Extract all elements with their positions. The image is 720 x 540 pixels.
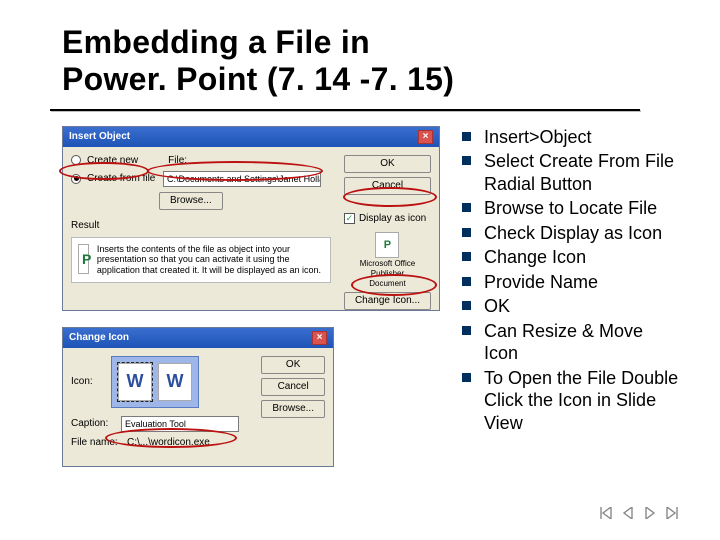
bullet-item: Browse to Locate File [460, 197, 680, 220]
bullet-item: Insert>Object [460, 126, 680, 149]
nav-next-icon[interactable] [642, 506, 658, 520]
square-bullet-icon [462, 373, 471, 382]
bullet-item: Change Icon [460, 246, 680, 269]
filename-row: File name: C:\...\wordicon.exe [71, 437, 325, 448]
square-bullet-icon [462, 228, 471, 237]
bullet-list: Insert>Object Select Create From File Ra… [460, 126, 680, 435]
slide: Embedding a File in Power. Point (7. 14 … [0, 0, 720, 540]
square-bullet-icon [462, 252, 471, 261]
icon-picker[interactable] [111, 356, 199, 408]
cancel-button[interactable]: Cancel [261, 378, 325, 396]
bullet-item: Select Create From File Radial Button [460, 150, 680, 195]
caption-label: Caption: [71, 418, 115, 429]
ok-button[interactable]: OK [344, 155, 431, 173]
square-bullet-icon [462, 156, 471, 165]
create-from-file-radio[interactable] [71, 174, 81, 184]
icon-caption-1: Microsoft Office [360, 260, 415, 268]
nav-prev-icon[interactable] [620, 506, 636, 520]
browse-button[interactable]: Browse... [261, 400, 325, 418]
file-label: File: [168, 155, 187, 166]
close-icon[interactable]: × [418, 130, 433, 144]
create-new-label: Create new [87, 155, 138, 166]
bullet-text: Can Resize & Move Icon [484, 321, 643, 364]
bullet-text: Provide Name [484, 272, 598, 292]
bullet-item: To Open the File Double Click the Icon i… [460, 367, 680, 435]
bullet-text: To Open the File Double Click the Icon i… [484, 368, 678, 433]
close-icon[interactable]: × [312, 331, 327, 345]
square-bullet-icon [462, 326, 471, 335]
icon-caption-3: Document [369, 280, 405, 288]
nav-first-icon[interactable] [598, 506, 614, 520]
insert-object-dialog: Insert Object × OK Cancel ✓ Display as i… [62, 126, 440, 311]
change-icon-button[interactable]: Change Icon... [344, 292, 431, 310]
bullet-text: Browse to Locate File [484, 198, 657, 218]
bullet-text: Check Display as Icon [484, 223, 662, 243]
title-underline [50, 109, 640, 111]
square-bullet-icon [462, 132, 471, 141]
filename-value: C:\...\wordicon.exe [127, 437, 210, 448]
ok-button[interactable]: OK [261, 356, 325, 374]
publisher-icon: P [375, 232, 399, 258]
bullet-item: Can Resize & Move Icon [460, 320, 680, 365]
browse-button[interactable]: Browse... [159, 192, 223, 210]
bullet-item: OK [460, 295, 680, 318]
screenshots-column: Insert Object × OK Cancel ✓ Display as i… [62, 126, 442, 483]
square-bullet-icon [462, 277, 471, 286]
word-icon[interactable] [158, 363, 192, 401]
dialog-titlebar: Insert Object × [63, 127, 439, 147]
slide-nav [598, 506, 680, 520]
icon-preview: P Microsoft Office Publisher Document [344, 232, 431, 288]
file-path-input[interactable]: C:\Documents and Settings\Janet Holland\… [163, 171, 321, 187]
caption-input[interactable]: Evaluation Tool [121, 416, 239, 432]
content-row: Insert Object × OK Cancel ✓ Display as i… [62, 126, 680, 483]
bullet-text: Select Create From File Radial Button [484, 151, 674, 194]
bullet-text: Insert>Object [484, 127, 592, 147]
dialog-body: OK Cancel ✓ Display as icon P Microsoft … [63, 147, 439, 293]
bullet-item: Check Display as Icon [460, 222, 680, 245]
dialog-title-text: Insert Object [69, 131, 130, 142]
dialog2-title-text: Change Icon [69, 332, 129, 343]
word-icon[interactable] [118, 363, 152, 401]
create-from-file-label: Create from file [87, 173, 157, 184]
title-line-1: Embedding a File in [62, 24, 370, 60]
display-as-icon-label: Display as icon [359, 213, 426, 224]
bullet-text: OK [484, 296, 510, 316]
dialog2-titlebar: Change Icon × [63, 328, 333, 348]
icon-caption-2: Publisher [371, 270, 404, 278]
filename-label: File name: [71, 437, 121, 448]
slide-title: Embedding a File in Power. Point (7. 14 … [62, 24, 680, 98]
result-box: Inserts the contents of the file as obje… [71, 237, 331, 283]
bullet-column: Insert>Object Select Create From File Ra… [460, 126, 680, 483]
bullet-item: Provide Name [460, 271, 680, 294]
change-icon-dialog: Change Icon × OK Cancel Browse... Icon: [62, 327, 334, 467]
bullet-text: Change Icon [484, 247, 586, 267]
icon-label: Icon: [71, 376, 105, 387]
dialog2-body: OK Cancel Browse... Icon: Caption: Evalu [63, 348, 333, 463]
result-publisher-icon [78, 244, 89, 274]
nav-last-icon[interactable] [664, 506, 680, 520]
cancel-button[interactable]: Cancel [344, 177, 431, 195]
display-as-icon-checkbox[interactable]: ✓ [344, 213, 355, 224]
square-bullet-icon [462, 203, 471, 212]
dialog-side-buttons: OK Cancel ✓ Display as icon P Microsoft … [344, 155, 431, 310]
square-bullet-icon [462, 301, 471, 310]
dialog2-side-buttons: OK Cancel Browse... [261, 356, 325, 418]
result-text: Inserts the contents of the file as obje… [97, 244, 324, 276]
display-as-icon-row: ✓ Display as icon [344, 213, 431, 224]
caption-row: Caption: Evaluation Tool [71, 416, 325, 432]
title-line-2: Power. Point (7. 14 -7. 15) [62, 61, 454, 97]
create-new-radio[interactable] [71, 155, 81, 165]
